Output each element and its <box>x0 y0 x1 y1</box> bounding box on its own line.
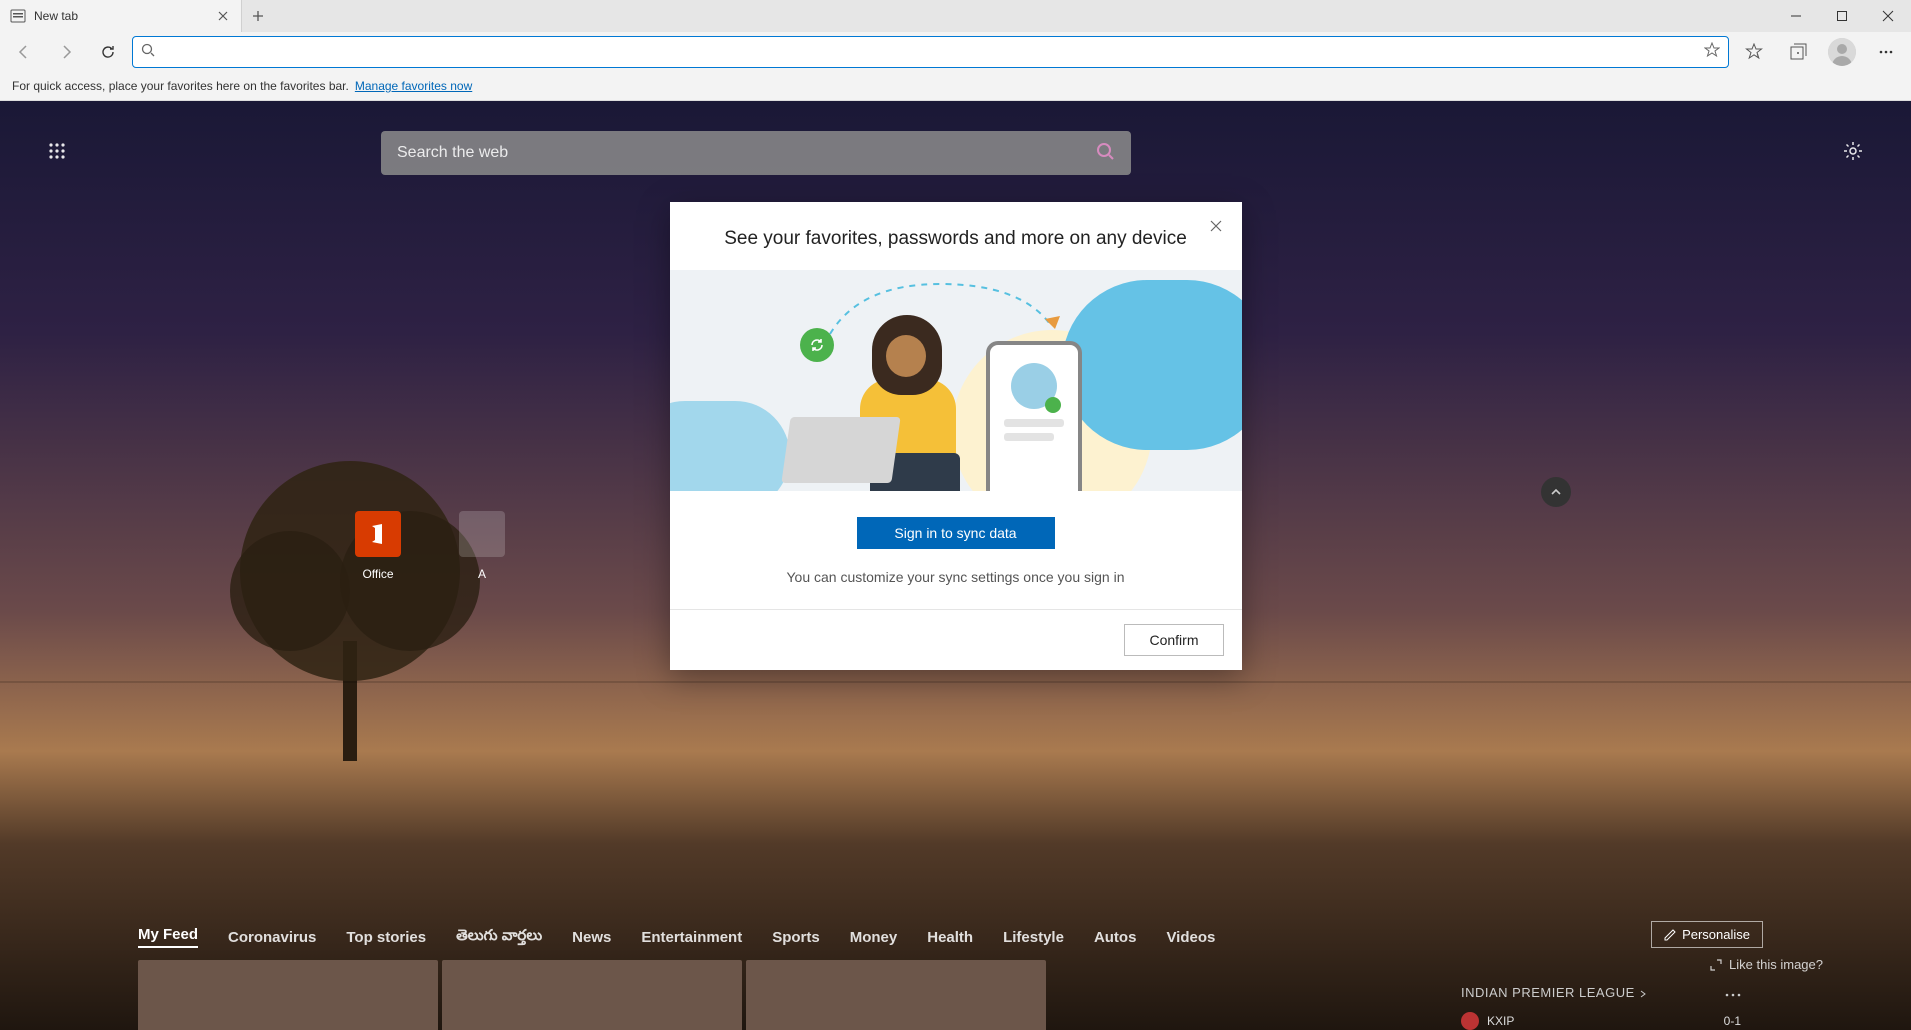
collections-button[interactable] <box>1779 36 1817 68</box>
browser-tab[interactable]: New tab <box>0 0 242 32</box>
tab-favicon-icon <box>10 8 26 24</box>
close-window-button[interactable] <box>1865 0 1911 32</box>
new-tab-button[interactable] <box>242 0 274 32</box>
tab-close-icon[interactable] <box>215 8 231 24</box>
sign-in-button[interactable]: Sign in to sync data <box>857 517 1055 549</box>
profile-button[interactable] <box>1823 36 1861 68</box>
settings-menu-button[interactable] <box>1867 36 1905 68</box>
browser-toolbar <box>0 32 1911 72</box>
address-input[interactable] <box>161 44 1704 60</box>
dialog-overlay: See your favorites, passwords and more o… <box>0 101 1911 1030</box>
titlebar-drag-region <box>274 0 1773 32</box>
window-titlebar: New tab <box>0 0 1911 32</box>
phone-illustration <box>986 341 1082 491</box>
favorite-star-icon[interactable] <box>1704 42 1720 63</box>
favorites-hint: For quick access, place your favorites h… <box>12 79 349 93</box>
manage-favorites-link[interactable]: Manage favorites now <box>355 79 472 93</box>
favorites-bar: For quick access, place your favorites h… <box>0 72 1911 101</box>
sync-icon <box>800 328 834 362</box>
favorites-button[interactable] <box>1735 36 1773 68</box>
maximize-button[interactable] <box>1819 0 1865 32</box>
dialog-title: See your favorites, passwords and more o… <box>706 228 1206 250</box>
back-button <box>6 36 42 68</box>
confirm-button[interactable]: Confirm <box>1124 624 1223 656</box>
dialog-illustration <box>670 270 1242 491</box>
window-controls <box>1773 0 1911 32</box>
tab-title: New tab <box>34 9 215 23</box>
forward-button <box>48 36 84 68</box>
refresh-button[interactable] <box>90 36 126 68</box>
search-icon <box>141 43 155 62</box>
address-bar[interactable] <box>132 36 1729 68</box>
new-tab-page: Office A My Feed Coronavirus Top stories… <box>0 101 1911 1030</box>
sync-dialog: See your favorites, passwords and more o… <box>670 202 1242 670</box>
dialog-close-button[interactable] <box>1206 216 1226 236</box>
avatar-icon <box>1828 38 1856 66</box>
minimize-button[interactable] <box>1773 0 1819 32</box>
laptop-illustration <box>781 417 900 483</box>
dialog-subtitle: You can customize your sync settings onc… <box>706 569 1206 585</box>
